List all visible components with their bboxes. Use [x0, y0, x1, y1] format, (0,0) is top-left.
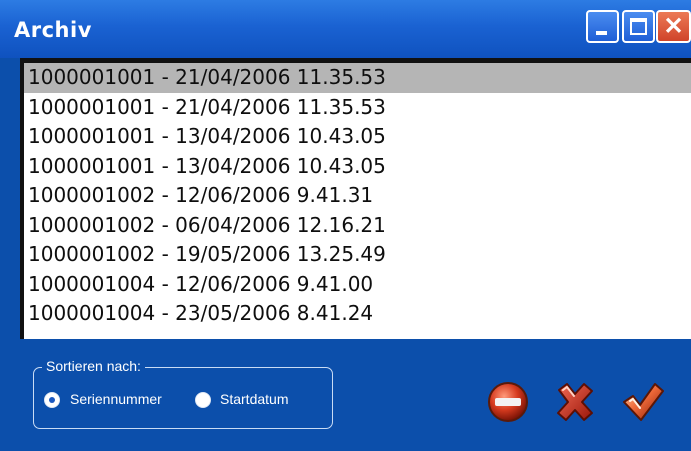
minimize-button[interactable]	[586, 10, 619, 43]
radio-start-date-label[interactable]: Startdatum	[220, 391, 288, 407]
minus-icon	[495, 398, 521, 406]
list-item[interactable]: 1000001002 - 06/04/2006 12.16.21	[24, 211, 691, 241]
list-item[interactable]: 1000001004 - 12/06/2006 9.41.00	[24, 270, 691, 300]
close-button[interactable]: ✕	[656, 10, 691, 43]
list-item[interactable]: 1000001001 - 21/04/2006 11.35.53	[24, 93, 691, 123]
cancel-icon	[557, 383, 593, 421]
list-item[interactable]: 1000001002 - 12/06/2006 9.41.31	[24, 181, 691, 211]
list-item[interactable]: 1000001001 - 13/04/2006 10.43.05	[24, 152, 691, 182]
archive-list[interactable]: 1000001001 - 21/04/2006 11.35.53 10000010…	[24, 63, 691, 339]
list-item[interactable]: 1000001002 - 19/05/2006 13.25.49	[24, 240, 691, 270]
window-title: Archiv	[14, 18, 92, 42]
radio-serial-number[interactable]	[44, 392, 60, 408]
minimize-icon	[596, 31, 607, 35]
confirm-button[interactable]	[621, 380, 665, 424]
close-icon: ✕	[663, 13, 684, 40]
radio-serial-number-label[interactable]: Seriennummer	[70, 391, 162, 407]
radio-selected-dot	[49, 397, 55, 403]
list-item[interactable]: 1000001004 - 23/05/2006 8.41.24	[24, 299, 691, 329]
list-item[interactable]: 1000001001 - 13/04/2006 10.43.05	[24, 122, 691, 152]
radio-start-date[interactable]	[195, 392, 211, 408]
maximize-icon	[630, 18, 647, 35]
checkmark-icon	[623, 383, 664, 421]
cancel-button[interactable]	[553, 380, 597, 424]
title-bar[interactable]: Archiv ✕	[0, 0, 691, 58]
delete-button[interactable]	[486, 380, 530, 424]
archive-list-frame: 1000001001 - 21/04/2006 11.35.53 10000010…	[20, 58, 691, 339]
list-item[interactable]: 1000001001 - 21/04/2006 11.35.53	[24, 63, 691, 93]
sort-legend: Sortieren nach:	[42, 358, 145, 374]
archive-window: Archiv ✕ 1000001001 - 21/04/2006 11.35.5…	[0, 0, 691, 451]
maximize-button[interactable]	[622, 10, 655, 43]
